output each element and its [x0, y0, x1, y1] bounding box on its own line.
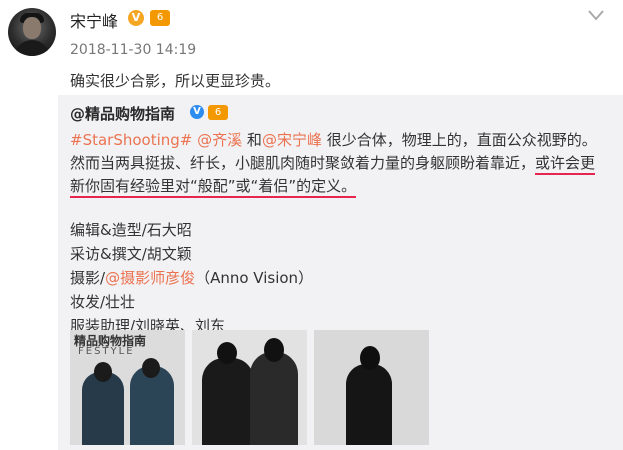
post-timestamp[interactable]: 2018-11-30 14:19 [70, 42, 196, 58]
figure-head [264, 338, 284, 362]
credits: 编辑&造型/石大昭 采访&撰文/胡文颖 摄影/@摄影师彦俊（Anno Visio… [70, 218, 313, 338]
repost-card[interactable]: @精品购物指南 V 6 #StarShooting# @齐溪 和@宋宁峰 很少合… [58, 95, 623, 450]
figure-head [217, 342, 237, 364]
magazine-subtitle: FESTYLE [78, 346, 135, 357]
figure-head [142, 358, 160, 378]
figure-silhouette [250, 352, 298, 445]
credit-editor: 编辑&造型/石大昭 [70, 221, 192, 239]
avatar-face [23, 17, 41, 39]
figure-head [94, 362, 112, 382]
repost-body: #StarShooting# @齐溪 和@宋宁峰 很少合体，物理上的，直面公众视… [70, 129, 610, 198]
credit-photo-prefix: 摄影/ [70, 269, 106, 287]
chevron-down-icon[interactable] [583, 4, 609, 26]
mention-link[interactable]: @摄影师彦俊 [105, 269, 195, 287]
photo-thumbnail[interactable] [192, 330, 307, 445]
post-text: 确实很少合影，所以更显珍贵。 [70, 72, 281, 90]
figure-silhouette [346, 364, 392, 445]
credit-hair: 妆发/壮壮 [70, 293, 136, 311]
photo-thumbnail[interactable]: 精品购物指南 FESTYLE [70, 330, 185, 445]
figure-silhouette [202, 358, 254, 445]
username[interactable]: 宋宁峰 [70, 8, 118, 32]
avatar[interactable] [8, 8, 56, 56]
photo-thumbnail[interactable] [314, 330, 429, 445]
vip-badge: 6 [150, 10, 170, 26]
avatar-body [14, 40, 50, 56]
repost-author[interactable]: @精品购物指南 [70, 103, 175, 124]
credit-writer: 采访&撰文/胡文颖 [70, 245, 192, 263]
mention-link[interactable]: @宋宁峰 [262, 131, 322, 149]
figure-silhouette [82, 372, 124, 445]
repost-vip-badge: 6 [208, 105, 228, 120]
credit-photo-suffix: （Anno Vision） [195, 269, 314, 287]
repost-verified-badge: V [190, 105, 204, 119]
repost-and-text: 和 [242, 131, 262, 149]
mention-link[interactable]: @齐溪 [197, 131, 242, 149]
hashtag-link[interactable]: #StarShooting# [70, 131, 192, 149]
verified-badge: V [128, 10, 144, 26]
figure-head [360, 346, 380, 370]
credit-photo: 摄影/@摄影师彦俊（Anno Vision） [70, 266, 313, 290]
